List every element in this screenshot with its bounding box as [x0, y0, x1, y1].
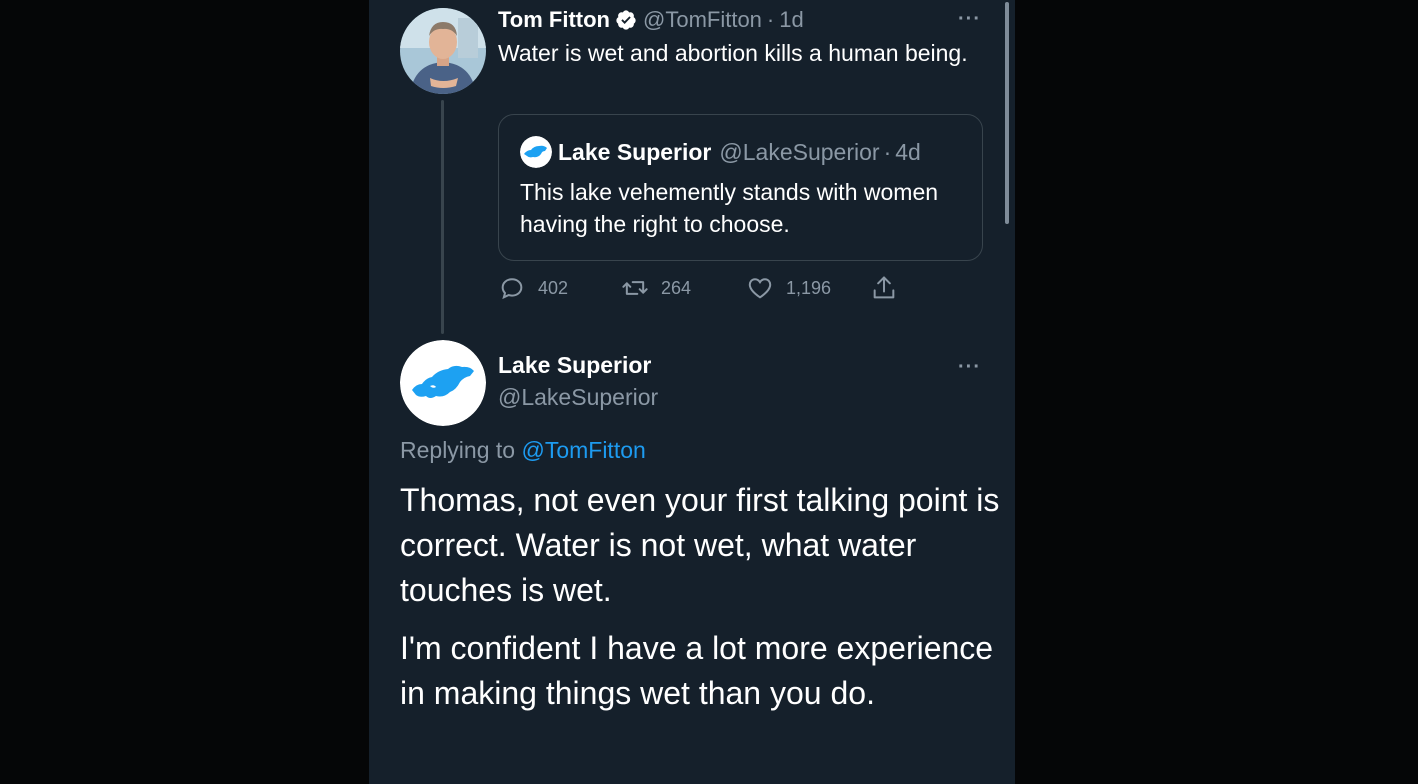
share-icon — [873, 276, 895, 299]
tom-fitton-avatar[interactable] — [400, 8, 486, 94]
more-dots-icon[interactable]: ··· — [958, 9, 981, 29]
retweet-button[interactable]: 264 — [621, 273, 691, 303]
thread-connector-line — [441, 100, 444, 334]
heart-icon — [748, 278, 772, 299]
lake-superior-avatar[interactable] — [400, 340, 486, 426]
like-count: 1,196 — [786, 277, 832, 298]
quoted-time-separator: · — [883, 138, 892, 165]
retweet-icon — [622, 281, 648, 295]
tweet-text: Water is wet and abortion kills a human … — [498, 40, 968, 66]
reply-more-dots-icon[interactable]: ··· — [958, 357, 981, 377]
reply-text: Thomas, not even your first talking poin… — [400, 478, 1000, 729]
reply-author-name[interactable]: Lake Superior — [498, 352, 651, 379]
quoted-tweet-time: 4d — [895, 138, 921, 165]
quoted-tweet-text: This lake vehemently stands with women h… — [520, 179, 939, 237]
replying-to-link[interactable]: @TomFitton — [521, 437, 645, 463]
tweet-time[interactable]: 1d — [779, 7, 803, 33]
reply-paragraph: I'm confident I have a lot more experien… — [400, 630, 994, 711]
like-button[interactable]: 1,196 — [746, 273, 831, 303]
quoted-tweet[interactable]: Lake Superior @LakeSuperior · 4d This la… — [498, 114, 983, 261]
author-handle[interactable]: @TomFitton — [643, 7, 762, 33]
quoted-author-handle: @LakeSuperior — [719, 138, 880, 165]
scrollbar[interactable] — [1005, 2, 1009, 224]
tweet-thread-panel: Tom Fitton @TomFitton · 1d ··· Water is … — [369, 0, 1015, 784]
tweet-action-bar: 402 264 1,196 — [498, 273, 918, 303]
reply-button[interactable]: 402 — [498, 273, 568, 303]
retweet-count: 264 — [661, 277, 692, 298]
time-separator: · — [766, 7, 775, 32]
reply-paragraph: Thomas, not even your first talking poin… — [400, 482, 1000, 608]
lake-superior-small-avatar — [520, 136, 552, 168]
quoted-author-name: Lake Superior — [558, 138, 712, 165]
reply-icon — [501, 278, 523, 300]
author-name[interactable]: Tom Fitton — [498, 7, 610, 33]
backdrop-right — [1015, 0, 1418, 784]
quoted-tweet-header: Lake Superior @LakeSuperior · 4d — [520, 136, 921, 168]
verified-badge-icon — [616, 10, 636, 30]
tweet-header: Tom Fitton @TomFitton · 1d — [498, 5, 804, 35]
backdrop-left — [0, 0, 369, 784]
replying-to-line: Replying to @TomFitton — [400, 437, 646, 464]
reply-author-handle[interactable]: @LakeSuperior — [498, 384, 658, 411]
share-button[interactable] — [870, 273, 910, 303]
replying-prefix: Replying to — [400, 437, 516, 463]
reply-count: 402 — [538, 277, 569, 298]
